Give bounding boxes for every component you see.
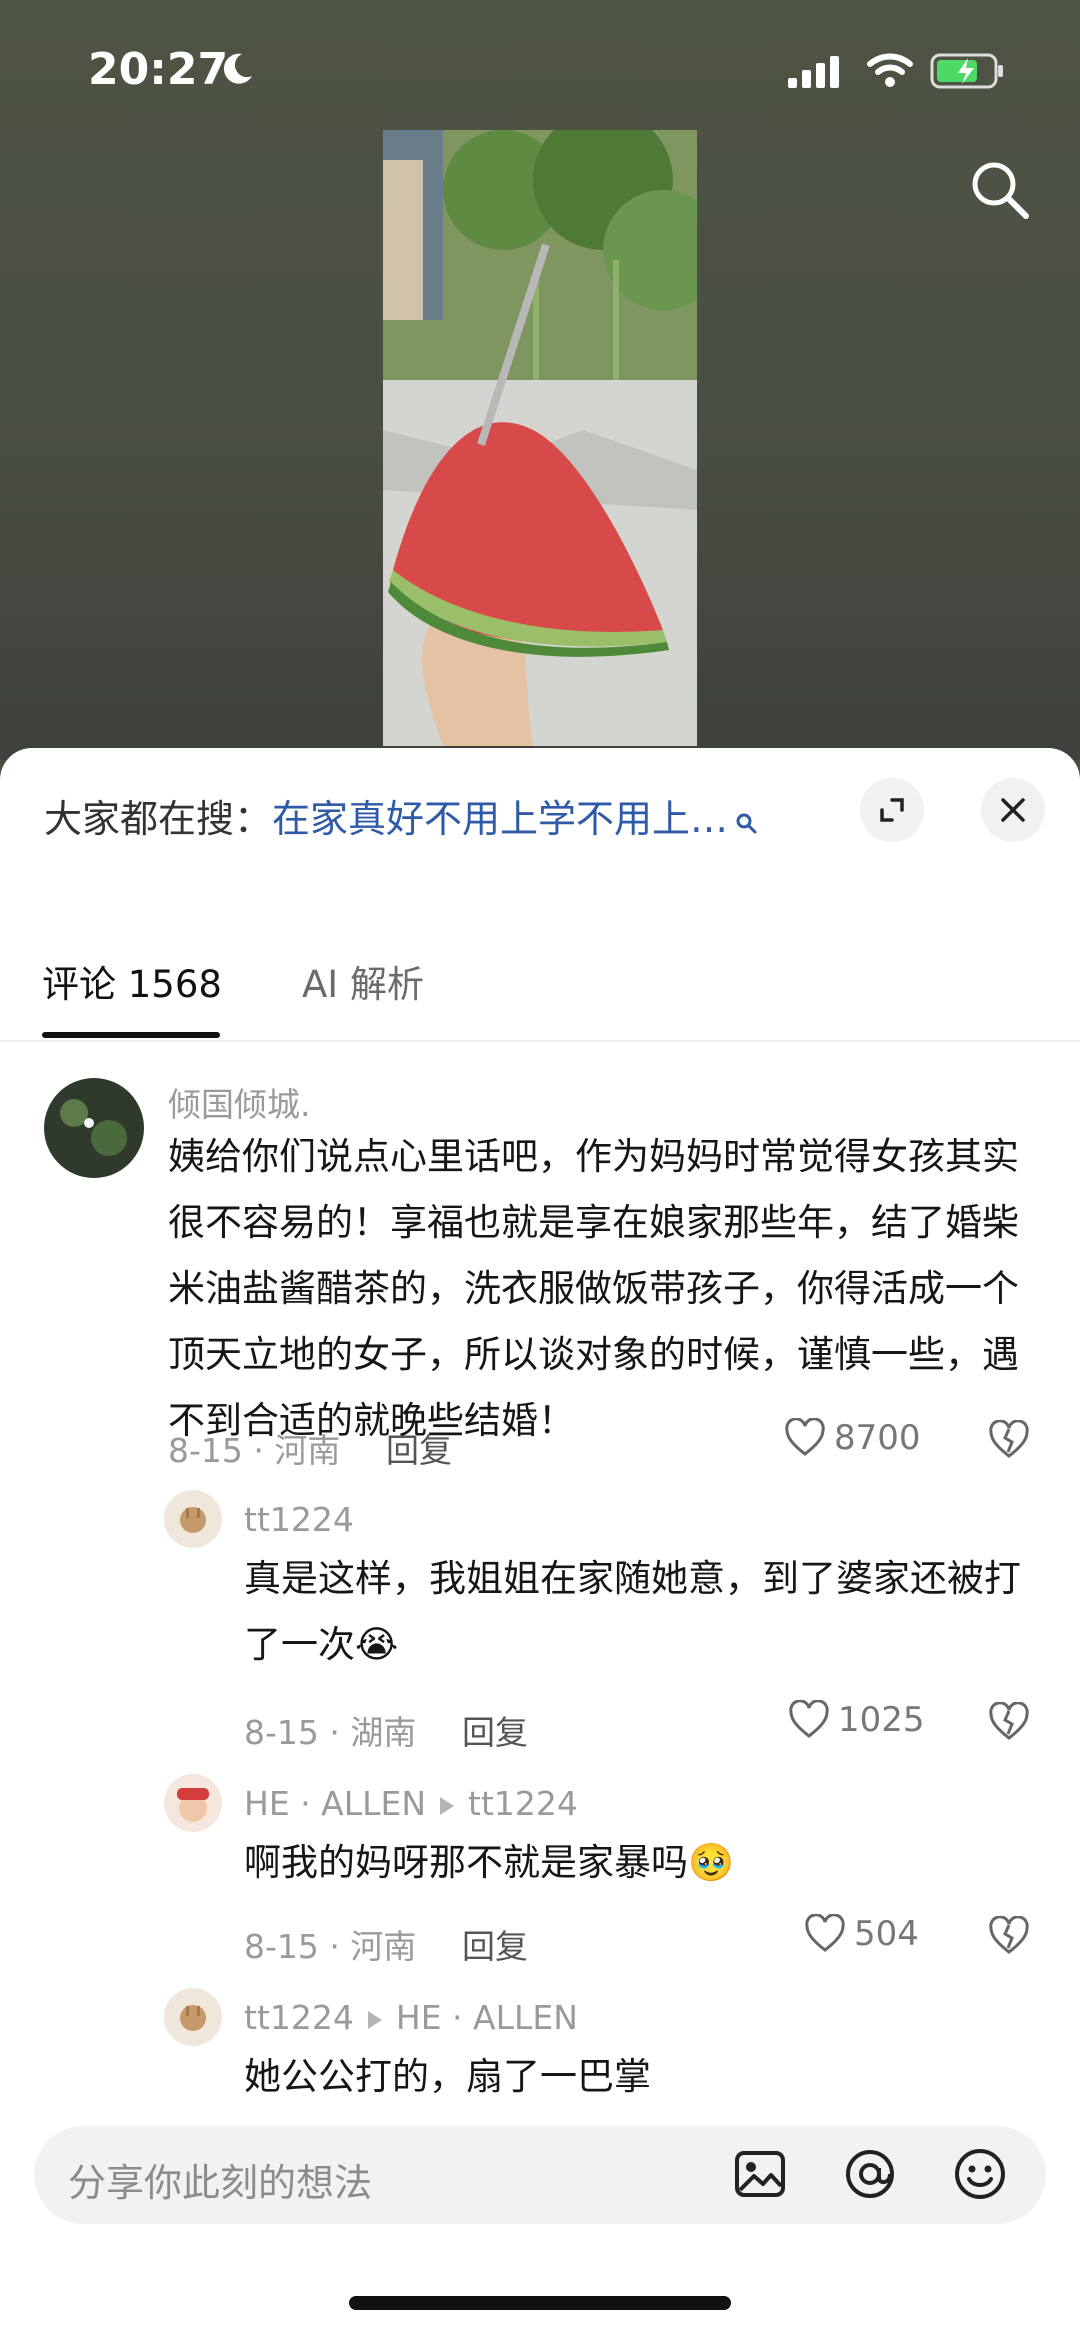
author-name: HE · ALLEN — [244, 1784, 427, 1823]
tab-ai-analysis[interactable]: AI 解析 — [302, 954, 424, 1008]
close-button[interactable] — [981, 778, 1045, 842]
expand-button[interactable] — [860, 778, 924, 842]
author-name: tt1224 — [244, 1998, 354, 2037]
dislike-button[interactable] — [988, 1701, 1030, 1746]
broken-heart-icon — [989, 1915, 1029, 1954]
search-icon[interactable] — [968, 158, 1032, 226]
comment-author[interactable]: 倾国倾城. — [168, 1078, 311, 1126]
comment-tabs: 评论 1568 AI 解析 — [0, 896, 1080, 1042]
search-suggestion-prefix: 大家都在搜： — [44, 797, 273, 841]
dislike-button[interactable] — [988, 1915, 1030, 1960]
heart-icon — [785, 1418, 825, 1456]
search-suggestion[interactable]: 大家都在搜：在家真好不用上学不用上… — [44, 788, 824, 844]
comment-date-location: 8-15 · 河南 — [168, 1431, 341, 1470]
like-count: 504 — [854, 1914, 919, 1954]
reply-to-name: tt1224 — [468, 1784, 578, 1823]
comment-author[interactable]: HE · ALLEN tt1224 — [244, 1784, 578, 1823]
moon-icon — [218, 50, 256, 92]
broken-heart-icon — [989, 1419, 1029, 1458]
tab-comments[interactable]: 评论 1568 — [42, 954, 222, 1008]
comment-author[interactable]: tt1224 — [244, 1500, 354, 1539]
status-bar: 20:27 — [0, 0, 1080, 140]
like-button[interactable]: 504 — [804, 1914, 919, 1954]
active-tab-indicator — [42, 1032, 220, 1038]
wifi-icon — [866, 52, 914, 94]
dislike-button[interactable] — [988, 1419, 1030, 1464]
reply-button[interactable]: 回复 — [462, 1920, 528, 1968]
comment-text: 啊我的妈呀那不就是家暴吗🥹 — [244, 1841, 735, 1884]
search-mini-icon — [734, 800, 758, 844]
reply-to-name: HE · ALLEN — [395, 1998, 578, 2037]
comment-input[interactable]: 分享你此刻的想法 — [34, 2126, 1046, 2224]
avatar[interactable] — [164, 1988, 222, 2046]
avatar[interactable] — [44, 1078, 144, 1178]
broken-heart-icon — [989, 1701, 1029, 1740]
expand-icon — [880, 798, 904, 822]
comment-composer: 分享你此刻的想法 — [0, 2110, 1080, 2337]
reply-arrow-icon — [440, 1796, 455, 1815]
like-button[interactable]: 8700 — [784, 1418, 921, 1458]
avatar[interactable] — [164, 1490, 222, 1548]
comment-input-placeholder: 分享你此刻的想法 — [68, 2161, 373, 2205]
search-suggestion-query[interactable]: 在家真好不用上学不用上… — [272, 797, 728, 841]
comments-sheet: 大家都在搜：在家真好不用上学不用上… 评论 1568 AI 解析 倾国倾城. 姨… — [0, 748, 1080, 2337]
image-icon[interactable] — [732, 2146, 788, 2206]
reply-button[interactable]: 回复 — [462, 1706, 528, 1754]
like-count: 1025 — [838, 1700, 925, 1740]
reply-button[interactable]: 回复 — [386, 1424, 452, 1472]
like-count: 8700 — [834, 1418, 921, 1458]
comment-text: 姨给你们说点心里话吧，作为妈妈时常觉得女孩其实很不容易的！享福也就是享在娘家那些… — [168, 1135, 1019, 1442]
comment-author[interactable]: tt1224 HE · ALLEN — [244, 1998, 578, 2037]
reply-arrow-icon — [367, 2010, 382, 2029]
emoji-icon[interactable] — [952, 2146, 1008, 2206]
comment-text: 真是这样，我姐姐在家随她意，到了婆家还被打了一次😭 — [244, 1557, 1021, 1666]
watermelon-photo — [383, 130, 697, 746]
avatar[interactable] — [164, 1774, 222, 1832]
close-icon — [1001, 798, 1025, 822]
heart-icon — [789, 1700, 829, 1738]
like-button[interactable]: 1025 — [788, 1700, 925, 1740]
mention-icon[interactable] — [842, 2146, 898, 2206]
heart-icon — [805, 1914, 845, 1952]
comment-date-location: 8-15 · 湖南 — [244, 1713, 417, 1752]
comment-date-location: 8-15 · 河南 — [244, 1927, 417, 1966]
status-time: 20:27 — [88, 44, 229, 95]
signal-icon — [788, 56, 846, 94]
comment-text: 她公公打的，扇了一巴掌 — [244, 2055, 651, 2098]
battery-charging-icon — [930, 52, 1006, 94]
home-indicator[interactable] — [349, 2296, 731, 2310]
video-thumbnail[interactable] — [383, 130, 697, 746]
